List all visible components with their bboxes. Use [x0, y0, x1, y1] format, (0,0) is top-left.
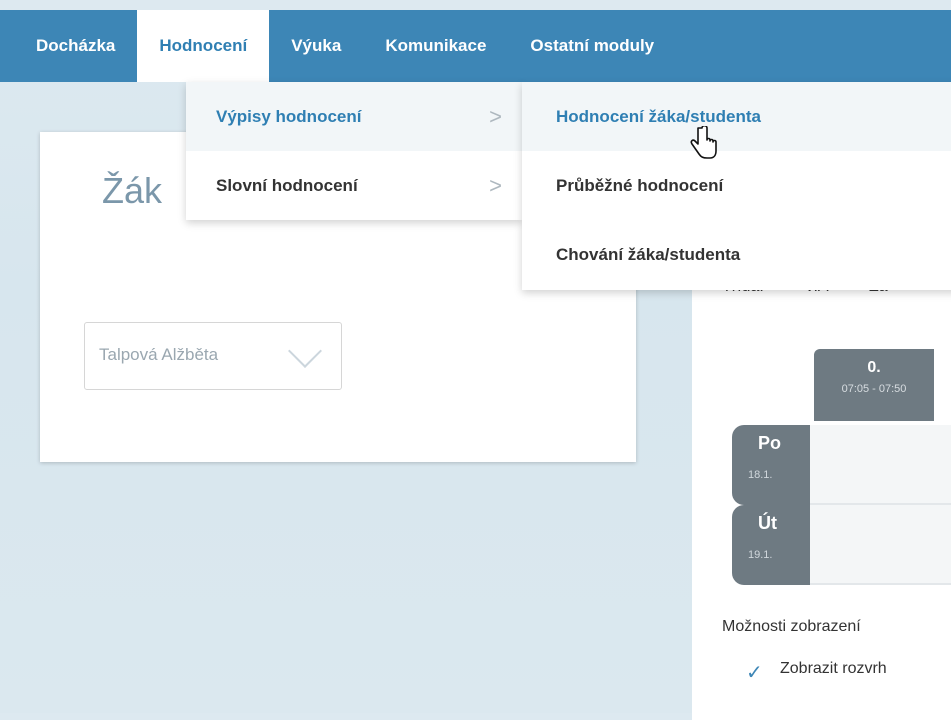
hand-cursor-icon	[690, 126, 717, 159]
menu-item-prubezne-hodnoceni[interactable]: Průběžné hodnocení	[522, 151, 951, 220]
student-select-value: Talpová Alžběta	[99, 345, 219, 364]
main-nav: Docházka Hodnocení Výuka Komunikace Osta…	[0, 10, 676, 82]
menu-item-label: Výpisy hodnocení	[216, 107, 362, 126]
nav-item-hodnoceni[interactable]: Hodnocení	[137, 10, 270, 82]
menu-item-vypisy-hodnoceni[interactable]: Výpisy hodnocení >	[186, 82, 522, 151]
day-monday: Po 18.1.	[732, 425, 810, 505]
nav-item-komunikace[interactable]: Komunikace	[363, 10, 508, 82]
chevron-down-icon	[288, 334, 322, 368]
day-date: 18.1.	[748, 469, 773, 481]
checkmark-icon[interactable]: ✓	[746, 660, 763, 685]
display-options-label: Možnosti zobrazení	[722, 618, 861, 635]
panel-title: Žák	[102, 170, 163, 211]
day-name: Út	[758, 513, 777, 533]
nav-item-vyuka[interactable]: Výuka	[269, 10, 363, 82]
chevron-right-icon: >	[489, 104, 502, 129]
schedule-cell[interactable]	[810, 505, 951, 585]
student-select[interactable]: Talpová Alžběta	[84, 322, 342, 390]
dropdown-menu-level2: Hodnocení žáka/studenta Průběžné hodnoce…	[522, 82, 951, 290]
lesson-header: 0. 07:05 - 07:50	[814, 349, 934, 421]
schedule-panel: Třída: V.A Za 0. 07:05 - 07:50 Po 18.1. …	[692, 260, 951, 720]
day-tuesday: Út 19.1.	[732, 505, 810, 585]
nav-item-ostatni-moduly[interactable]: Ostatní moduly	[508, 10, 676, 82]
lesson-time: 07:05 - 07:50	[841, 383, 907, 395]
day-name: Po	[758, 433, 782, 453]
menu-item-chovani-zaka[interactable]: Chování žáka/studenta	[522, 220, 951, 289]
menu-item-slovni-hodnoceni[interactable]: Slovní hodnocení >	[186, 151, 522, 220]
menu-item-label: Slovní hodnocení	[216, 176, 358, 195]
lesson-number: 0.	[867, 359, 881, 376]
dropdown-menu-level1: Výpisy hodnocení > Slovní hodnocení >	[186, 82, 522, 220]
nav-item-dochazka[interactable]: Docházka	[0, 10, 137, 82]
menu-item-hodnoceni-zaka[interactable]: Hodnocení žáka/studenta	[522, 82, 951, 151]
schedule-cell[interactable]	[810, 425, 951, 505]
chevron-right-icon: >	[489, 173, 502, 198]
show-schedule-option[interactable]: Zobrazit rozvrh	[780, 660, 887, 678]
day-date: 19.1.	[748, 549, 773, 561]
